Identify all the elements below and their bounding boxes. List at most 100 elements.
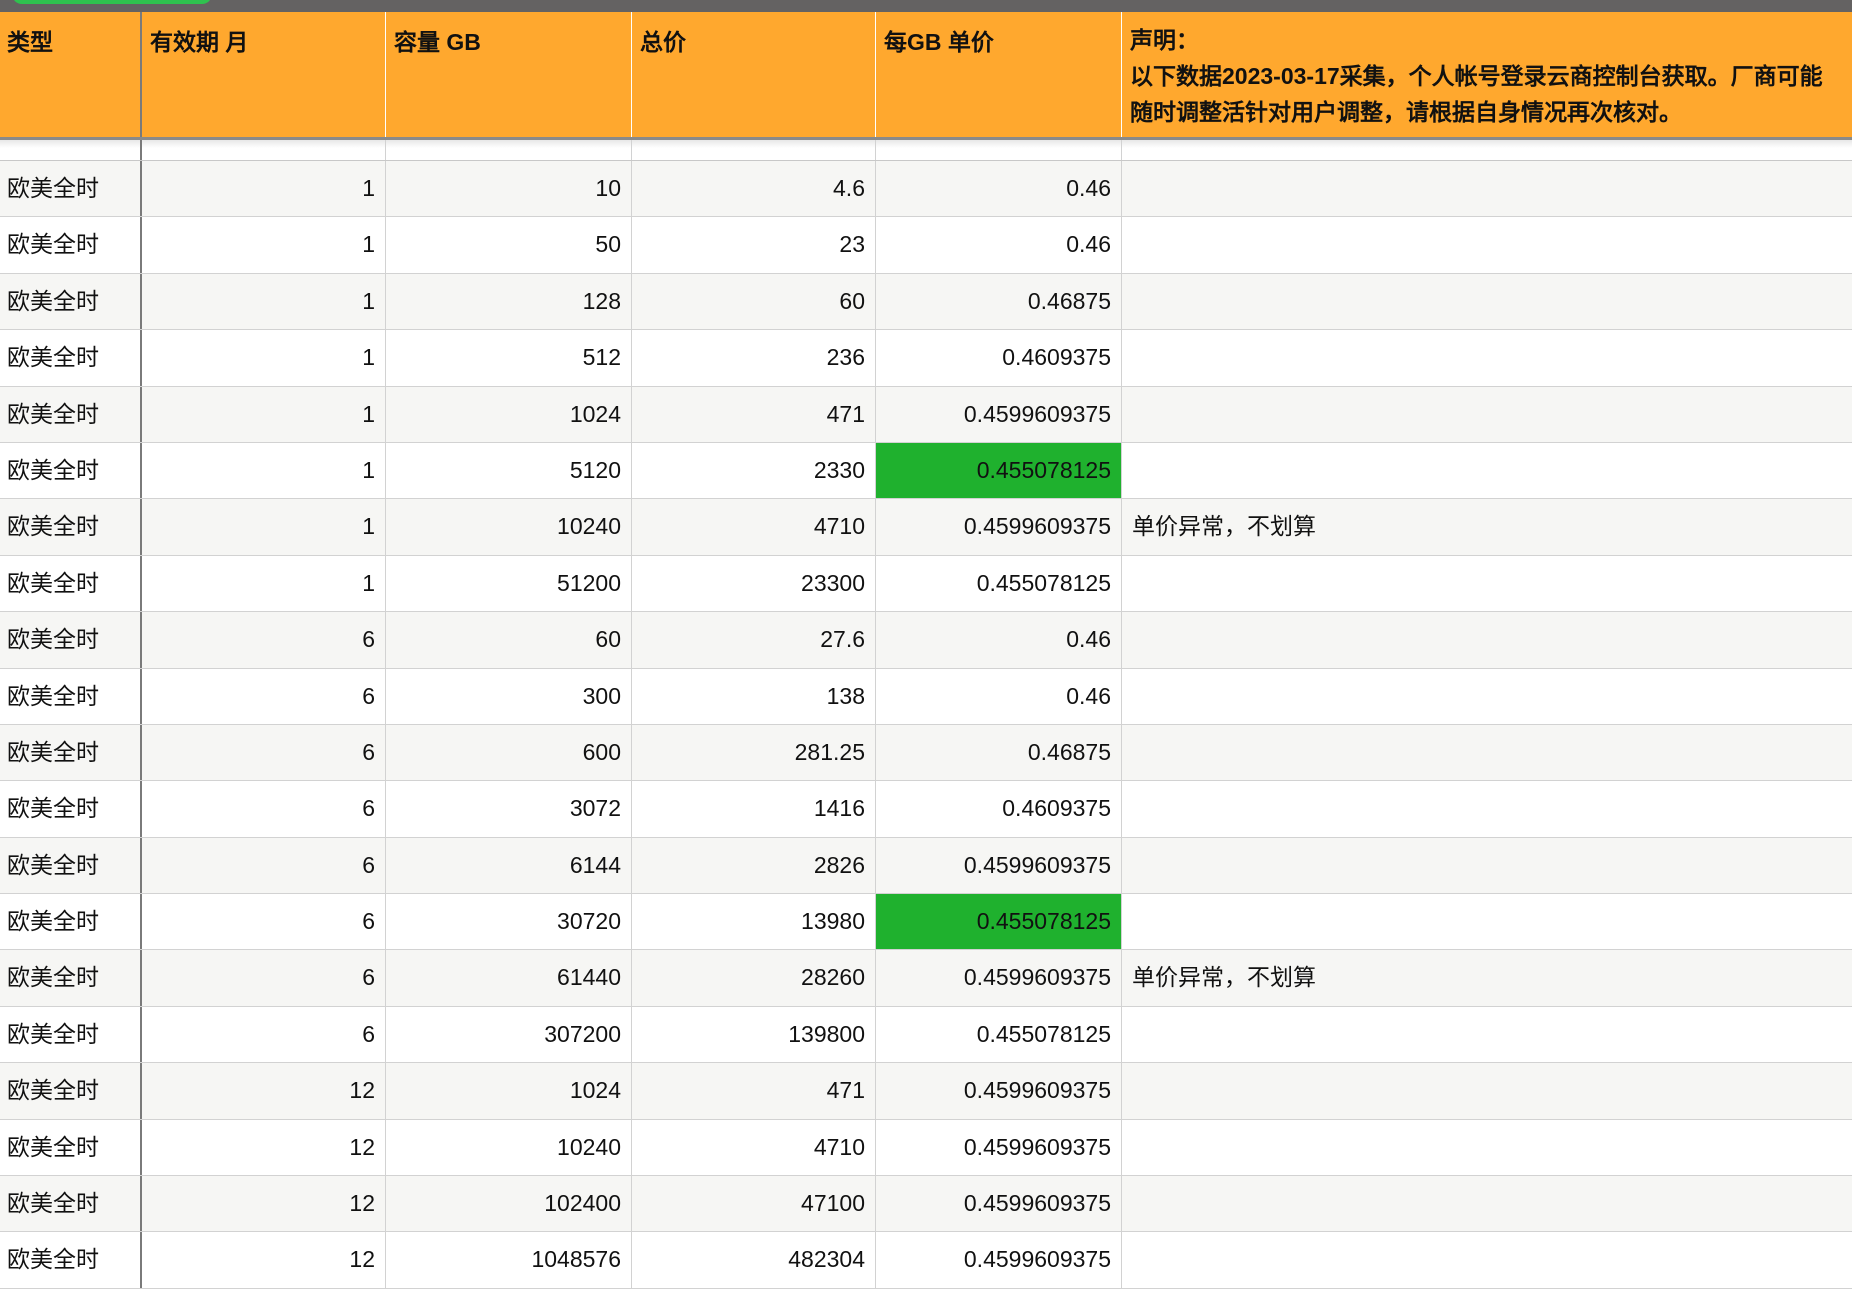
total-price-cell[interactable]: 23300 — [632, 555, 876, 612]
total-price-cell[interactable]: 2330 — [632, 442, 876, 499]
capacity-cell[interactable]: 10240 — [386, 1119, 632, 1176]
header-months[interactable]: 有效期 月 — [142, 12, 386, 137]
unit-price-cell[interactable]: 0.46875 — [876, 273, 1122, 330]
type-cell[interactable]: 欧美全时 — [0, 1006, 142, 1063]
note-cell[interactable]: 单价异常，不划算 — [1122, 499, 1852, 554]
months-cell[interactable]: 1 — [142, 499, 386, 555]
total-price-cell[interactable]: 47100 — [632, 1176, 876, 1232]
sheet-tab[interactable] — [12, 0, 212, 4]
total-price-cell[interactable]: 23 — [632, 217, 876, 273]
months-cell[interactable]: 6 — [142, 837, 386, 894]
capacity-cell[interactable]: 600 — [386, 724, 632, 781]
capacity-cell[interactable]: 3072 — [386, 781, 632, 837]
months-cell[interactable]: 1 — [142, 330, 386, 386]
unit-price-cell[interactable]: 0.4609375 — [876, 781, 1122, 837]
unit-price-cell[interactable]: 0.4599609375 — [876, 499, 1122, 555]
total-price-cell[interactable]: 471 — [632, 1063, 876, 1119]
type-cell[interactable]: 欧美全时 — [0, 1063, 142, 1119]
note-cell[interactable] — [1122, 725, 1852, 780]
months-cell[interactable]: 6 — [142, 1006, 386, 1063]
months-cell[interactable]: 12 — [142, 1232, 386, 1288]
total-price-cell[interactable]: 28260 — [632, 950, 876, 1006]
unit-price-cell[interactable]: 0.4599609375 — [876, 1063, 1122, 1119]
months-cell[interactable]: 1 — [142, 273, 386, 330]
capacity-cell[interactable]: 5120 — [386, 442, 632, 499]
type-cell[interactable]: 欧美全时 — [0, 894, 142, 950]
type-cell[interactable]: 欧美全时 — [0, 724, 142, 781]
blank-cell[interactable] — [386, 140, 632, 160]
note-cell[interactable] — [1122, 838, 1852, 893]
months-cell[interactable]: 6 — [142, 894, 386, 950]
note-cell[interactable] — [1122, 894, 1852, 949]
type-cell[interactable]: 欧美全时 — [0, 950, 142, 1006]
note-cell[interactable] — [1122, 161, 1852, 216]
capacity-cell[interactable]: 51200 — [386, 555, 632, 612]
blank-cell[interactable] — [876, 140, 1122, 160]
months-cell[interactable]: 1 — [142, 555, 386, 612]
note-cell[interactable] — [1122, 1232, 1852, 1287]
type-cell[interactable]: 欧美全时 — [0, 273, 142, 330]
capacity-cell[interactable]: 300 — [386, 668, 632, 724]
unit-price-cell[interactable]: 0.4599609375 — [876, 1176, 1122, 1232]
unit-price-cell[interactable]: 0.4599609375 — [876, 1119, 1122, 1176]
total-price-cell[interactable]: 4710 — [632, 499, 876, 555]
unit-price-cell[interactable]: 0.46 — [876, 217, 1122, 273]
months-cell[interactable]: 6 — [142, 612, 386, 668]
months-cell[interactable]: 1 — [142, 442, 386, 499]
total-price-cell[interactable]: 281.25 — [632, 724, 876, 781]
total-price-cell[interactable]: 60 — [632, 273, 876, 330]
unit-price-cell[interactable]: 0.46 — [876, 612, 1122, 668]
blank-cell[interactable] — [142, 140, 386, 160]
blank-cell[interactable] — [0, 140, 142, 160]
unit-price-cell[interactable]: 0.4599609375 — [876, 386, 1122, 442]
capacity-cell[interactable]: 512 — [386, 330, 632, 386]
note-cell[interactable] — [1122, 274, 1852, 329]
unit-price-cell[interactable]: 0.46 — [876, 668, 1122, 724]
note-cell[interactable] — [1122, 781, 1852, 836]
note-cell[interactable] — [1122, 556, 1852, 611]
capacity-cell[interactable]: 307200 — [386, 1006, 632, 1063]
note-cell[interactable] — [1122, 1007, 1852, 1062]
type-cell[interactable]: 欧美全时 — [0, 442, 142, 499]
total-price-cell[interactable]: 471 — [632, 386, 876, 442]
note-cell[interactable] — [1122, 387, 1852, 442]
months-cell[interactable]: 1 — [142, 217, 386, 273]
total-price-cell[interactable]: 4.6 — [632, 161, 876, 217]
type-cell[interactable]: 欧美全时 — [0, 1119, 142, 1176]
note-cell[interactable] — [1122, 669, 1852, 724]
type-cell[interactable]: 欧美全时 — [0, 386, 142, 442]
header-type[interactable]: 类型 — [0, 12, 142, 137]
months-cell[interactable]: 6 — [142, 668, 386, 724]
header-total-price[interactable]: 总价 — [632, 12, 876, 137]
months-cell[interactable]: 12 — [142, 1119, 386, 1176]
type-cell[interactable]: 欧美全时 — [0, 781, 142, 837]
months-cell[interactable]: 1 — [142, 386, 386, 442]
capacity-cell[interactable]: 1024 — [386, 1063, 632, 1119]
total-price-cell[interactable]: 2826 — [632, 837, 876, 894]
type-cell[interactable]: 欧美全时 — [0, 217, 142, 273]
capacity-cell[interactable]: 30720 — [386, 894, 632, 950]
capacity-cell[interactable]: 1024 — [386, 386, 632, 442]
note-cell[interactable] — [1122, 217, 1852, 272]
type-cell[interactable]: 欧美全时 — [0, 837, 142, 894]
capacity-cell[interactable]: 60 — [386, 612, 632, 668]
capacity-cell[interactable]: 10 — [386, 161, 632, 217]
type-cell[interactable]: 欧美全时 — [0, 1232, 142, 1288]
note-cell[interactable] — [1122, 1176, 1852, 1231]
blank-cell[interactable] — [1122, 140, 1852, 160]
total-price-cell[interactable]: 4710 — [632, 1119, 876, 1176]
type-cell[interactable]: 欧美全时 — [0, 555, 142, 612]
months-cell[interactable]: 1 — [142, 161, 386, 217]
total-price-cell[interactable]: 27.6 — [632, 612, 876, 668]
blank-cell[interactable] — [632, 140, 876, 160]
type-cell[interactable]: 欧美全时 — [0, 668, 142, 724]
months-cell[interactable]: 6 — [142, 950, 386, 1006]
type-cell[interactable]: 欧美全时 — [0, 499, 142, 555]
type-cell[interactable]: 欧美全时 — [0, 330, 142, 386]
unit-price-cell[interactable]: 0.4599609375 — [876, 950, 1122, 1006]
months-cell[interactable]: 12 — [142, 1176, 386, 1232]
note-cell[interactable] — [1122, 330, 1852, 385]
type-cell[interactable]: 欧美全时 — [0, 612, 142, 668]
capacity-cell[interactable]: 1048576 — [386, 1232, 632, 1288]
total-price-cell[interactable]: 139800 — [632, 1006, 876, 1063]
